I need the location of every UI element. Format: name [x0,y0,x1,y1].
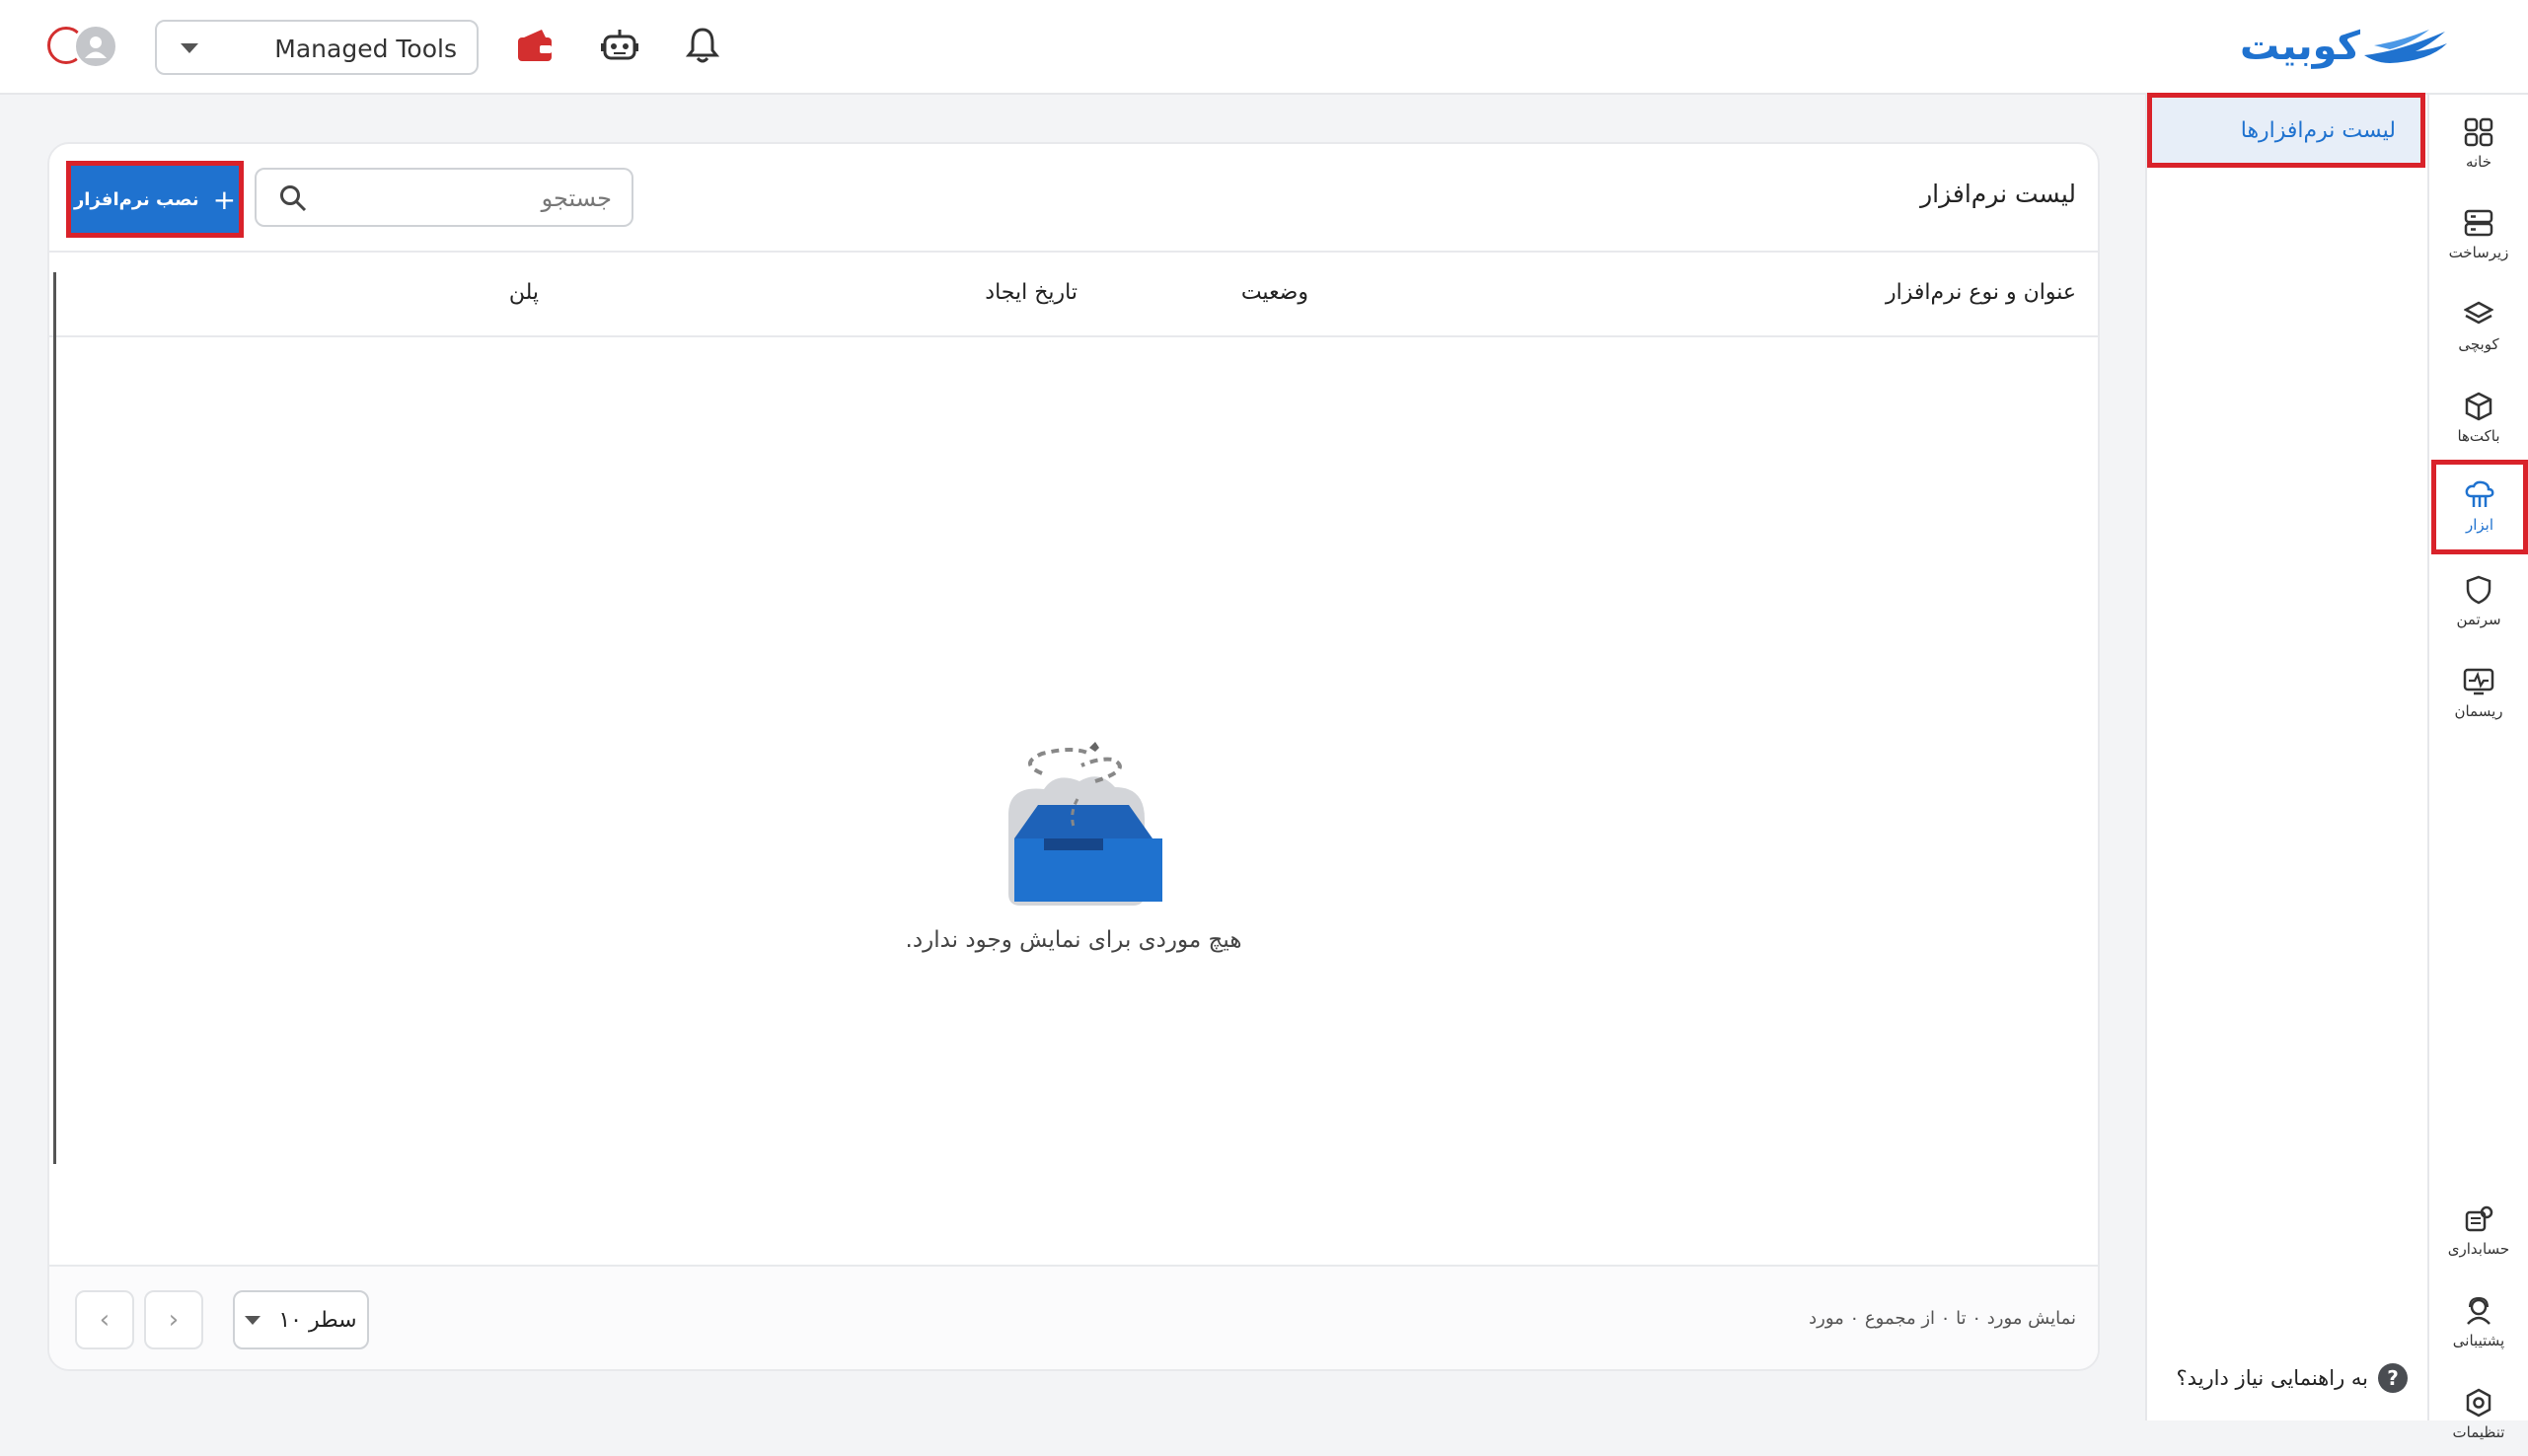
grid-icon [2464,117,2493,147]
top-bar: کوبیت Managed Tools [0,0,2528,95]
nav-item-label: خانه [2465,153,2492,171]
logo-text: کوبیت [2239,24,2360,69]
account-area[interactable] [45,22,122,71]
nav-item-label: ریسمان [2454,702,2503,720]
table-header: عنوان و نوع نرم‌افزار وضعیت تاریخ ایجاد … [49,253,2098,337]
chevron-left-icon: ‹ [99,1305,111,1335]
nav-item-infrastructure[interactable]: زیرساخت [2429,193,2528,276]
bell-icon[interactable] [681,24,724,67]
help-link[interactable]: ? به راهنمایی نیاز دارید؟ [2177,1363,2408,1393]
plus-icon: + [212,182,237,216]
help-text: به راهنمایی نیاز دارید؟ [2176,1366,2368,1390]
search-placeholder: جستجو [541,184,612,212]
install-software-button[interactable]: + نصب نرم‌افزار [66,161,244,238]
install-software-label: نصب نرم‌افزار [73,188,199,210]
nav-item-kubchi[interactable]: کوبچی [2429,285,2528,368]
support-icon [2467,1296,2491,1325]
software-list-card: لیست نرم‌افزار جستجو + نصب نرم‌افزار عنو… [47,142,2100,1371]
nav-item-buckets[interactable]: باکت‌ها [2429,377,2528,460]
empty-state: هیچ موردی برای نمایش وجود ندارد. [49,736,2098,953]
nav-item-label: ابزار [2465,516,2494,534]
layers-icon [2464,301,2493,325]
page-title: لیست نرم‌افزار [1920,180,2076,208]
main-nav-rail: خانه زیرساخت کوبچی باکت‌ها ابزار سرتمن ر… [2427,95,2528,1441]
search-input[interactable]: جستجو [255,168,633,227]
subnav-item-software-list[interactable]: لیست نرم‌افزارها [2147,93,2425,168]
nav-item-label: کوبچی [2458,335,2499,353]
wallet-icon[interactable] [513,24,557,67]
server-icon [2464,209,2493,237]
nav-item-label: حسابداری [2447,1240,2510,1258]
nav-item-home[interactable]: خانه [2429,103,2528,185]
empty-box-icon [1008,742,1162,906]
column-header-created: تاریخ ایجاد [985,280,1078,305]
rows-per-page-value: ۱۰ سطر [278,1307,357,1333]
chevron-down-icon [181,43,198,53]
nav-item-rismaan[interactable]: ریسمان [2429,652,2528,735]
table-footer: نمایش مورد ۰ تا ۰ از مجموع ۰ مورد ۱۰ سطر… [49,1265,2098,1369]
nav-item-tools[interactable]: ابزار [2431,460,2528,554]
nav-item-label: سرتمن [2456,611,2501,628]
logo[interactable]: کوبیت [2232,22,2449,71]
column-header-title: عنوان و نوع نرم‌افزار [1885,280,2076,305]
monitor-pulse-icon [2463,668,2494,695]
nav-item-label: باکت‌ها [2457,427,2500,445]
empty-message: هیچ موردی برای نمایش وجود ندارد. [905,927,1242,953]
robot-icon[interactable] [598,24,641,67]
cloud-tools-icon [2465,480,2494,507]
pagination-range: نمایش مورد ۰ تا ۰ از مجموع ۰ مورد [1809,1308,2076,1329]
tool-selector-value: Managed Tools [274,35,457,63]
shield-icon [2466,575,2491,605]
box-icon [2465,392,2492,421]
rows-per-page-select[interactable]: ۱۰ سطر [233,1290,369,1349]
help-icon: ? [2378,1363,2408,1393]
tool-selector[interactable]: Managed Tools [155,20,479,75]
next-page-button[interactable]: › [144,1290,203,1349]
nav-item-label: تنظیمات [2452,1423,2505,1441]
sub-sidebar: لیست نرم‌افزارها [2145,93,2427,1420]
nav-item-settings[interactable]: تنظیمات [2429,1373,2528,1456]
nav-item-support[interactable]: پشتیبانی [2429,1281,2528,1364]
avatar[interactable] [73,24,118,69]
accounting-icon [2465,1205,2493,1232]
prev-page-button[interactable]: ‹ [75,1290,134,1349]
subnav-item-label: لیست نرم‌افزارها [2240,117,2396,143]
search-icon [278,183,308,217]
nav-item-accounting[interactable]: حسابداری [2429,1190,2528,1273]
nav-item-sartaman[interactable]: سرتمن [2429,560,2528,643]
column-header-status: وضعیت [1240,280,1308,305]
settings-icon [2466,1388,2491,1418]
logo-mark-icon [2364,30,2447,63]
nav-item-label: زیرساخت [2448,244,2509,261]
table-scrollbar[interactable] [53,272,56,1164]
chevron-right-icon: › [168,1305,180,1335]
column-header-plan: پلن [508,280,539,305]
nav-item-label: پشتیبانی [2452,1332,2505,1349]
chevron-down-icon [245,1315,261,1325]
